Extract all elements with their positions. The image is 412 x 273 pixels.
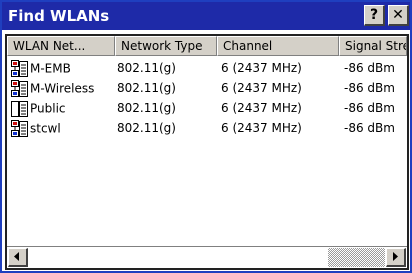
wlan-name: M-Wireless <box>30 81 95 96</box>
window-title: Find WLANs <box>8 7 110 25</box>
wireless-network-icon <box>11 119 28 137</box>
wlan-list-view[interactable]: WLAN Net... Network Type Channel Signal … <box>5 34 409 270</box>
channel: 6 (2437 MHz) <box>221 61 302 75</box>
scroll-right-button[interactable] <box>386 248 406 267</box>
help-button[interactable]: ? <box>364 5 385 26</box>
scroll-left-button[interactable] <box>8 248 28 267</box>
wireless-network-icon <box>11 59 28 77</box>
find-wlans-window: Find WLANs ? ✕ WLAN Net... Network Type … <box>0 0 412 273</box>
signal-strength: -86 dBm <box>344 81 395 95</box>
close-button[interactable]: ✕ <box>388 5 409 26</box>
column-header-network-type[interactable]: Network Type <box>115 36 217 56</box>
column-header-channel[interactable]: Channel <box>217 36 339 56</box>
column-header-wlan-network[interactable]: WLAN Net... <box>7 36 115 56</box>
wlan-name: stcwl <box>30 121 61 136</box>
column-header-signal-strength[interactable]: Signal Stre <box>339 36 407 56</box>
network-type: 802.11(g) <box>117 81 176 95</box>
column-header-row: WLAN Net... Network Type Channel Signal … <box>7 36 407 56</box>
scrollbar-track-page-area[interactable] <box>328 248 385 267</box>
network-type: 802.11(g) <box>117 61 176 75</box>
right-arrow-icon <box>393 252 398 261</box>
wlan-row[interactable]: M-EMB 802.11(g) 6 (2437 MHz) -86 dBm <box>7 58 407 78</box>
channel: 6 (2437 MHz) <box>221 101 302 115</box>
horizontal-scrollbar[interactable] <box>7 246 407 268</box>
signal-strength: -86 dBm <box>344 61 395 75</box>
channel: 6 (2437 MHz) <box>221 121 302 135</box>
channel: 6 (2437 MHz) <box>221 81 302 95</box>
wlan-row[interactable]: stcwl 802.11(g) 6 (2437 MHz) -86 dBm <box>7 118 407 138</box>
open-network-icon <box>11 100 28 117</box>
wlan-row[interactable]: Public 802.11(g) 6 (2437 MHz) -86 dBm <box>7 98 407 118</box>
network-type: 802.11(g) <box>117 121 176 135</box>
network-type: 802.11(g) <box>117 101 176 115</box>
wlan-name: M-EMB <box>30 61 71 76</box>
wireless-network-icon <box>11 79 28 97</box>
wlan-row[interactable]: M-Wireless 802.11(g) 6 (2437 MHz) -86 dB… <box>7 78 407 98</box>
left-arrow-icon <box>14 252 19 261</box>
scrollbar-track[interactable] <box>29 248 385 267</box>
signal-strength: -86 dBm <box>344 121 395 135</box>
wlan-name: Public <box>30 101 66 116</box>
title-bar[interactable]: Find WLANs ? ✕ <box>2 2 410 30</box>
signal-strength: -86 dBm <box>344 101 395 115</box>
